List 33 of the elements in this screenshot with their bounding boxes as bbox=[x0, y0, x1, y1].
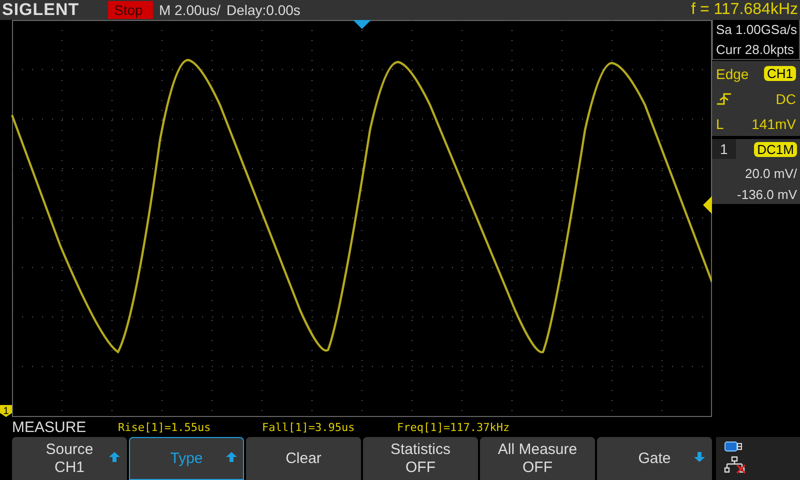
trigger-level-value: 141mV bbox=[752, 116, 796, 132]
measurement-readout: Freq[1]=117.37kHz bbox=[397, 420, 511, 434]
measurement-readout: Rise[1]=1.55us bbox=[118, 420, 212, 434]
trigger-level-marker[interactable] bbox=[703, 196, 712, 214]
softkey-button[interactable]: Clear bbox=[246, 437, 361, 480]
timebase-readout: M 2.00us/ bbox=[159, 2, 220, 18]
trigger-coupling: DC bbox=[776, 90, 796, 106]
channel-coupling-badge: DC1M bbox=[754, 142, 797, 156]
trigger-source-badge[interactable]: CH1 bbox=[764, 66, 796, 81]
sample-rate: Sa 1.00GSa/s bbox=[716, 22, 796, 38]
menu-title: MEASURE bbox=[11, 418, 88, 436]
softkey-button[interactable]: Type bbox=[129, 437, 244, 480]
softkey-button[interactable]: All Measure OFF bbox=[480, 437, 595, 480]
rising-edge-icon bbox=[716, 92, 732, 106]
usb-icon bbox=[724, 441, 743, 452]
trigger-type: Edge bbox=[716, 66, 749, 82]
channel-marker[interactable]: 1 bbox=[0, 405, 12, 417]
softkey-button[interactable]: Gate bbox=[597, 437, 712, 480]
arrow-up-icon bbox=[109, 452, 120, 462]
arrow-down-icon bbox=[694, 452, 705, 462]
trigger-level-label: L bbox=[716, 116, 724, 132]
network-disconnected-icon bbox=[724, 456, 746, 474]
brand-logo: SIGLENT bbox=[2, 0, 80, 20]
channel-number[interactable]: 1 bbox=[712, 139, 736, 159]
arrow-up-icon bbox=[226, 452, 237, 462]
softkey-button[interactable]: Statistics OFF bbox=[363, 437, 478, 480]
vertical-scale: 20.0 mV/ bbox=[744, 166, 797, 180]
frequency-readout: f = 117.684kHz bbox=[691, 1, 799, 19]
vertical-offset: -136.0 mV bbox=[736, 187, 797, 202]
delay-readout: Delay:0.00s bbox=[226, 2, 300, 18]
softkey-button[interactable]: Source CH1 bbox=[12, 437, 127, 480]
memory-depth: Curr 28.0kpts bbox=[716, 42, 796, 57]
measurement-readout: Fall[1]=3.95us bbox=[262, 420, 356, 434]
